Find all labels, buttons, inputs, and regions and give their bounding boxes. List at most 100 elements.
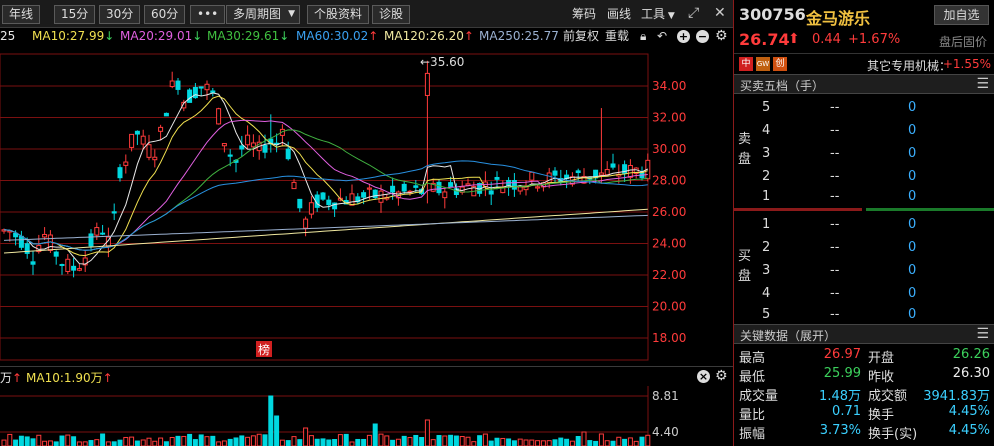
price: -- bbox=[830, 307, 840, 322]
down-arrow-icon: ↓ bbox=[279, 29, 290, 43]
high-label: 最高 bbox=[739, 351, 766, 366]
price: -- bbox=[830, 286, 840, 301]
keydata-header[interactable]: 关键数据（展开） ☰ bbox=[734, 324, 994, 344]
open-value: 26.26 bbox=[952, 347, 990, 362]
gear-icon[interactable]: ⚙ bbox=[715, 369, 728, 383]
volume-bar bbox=[384, 435, 390, 446]
undo-icon[interactable]: ↶ bbox=[657, 29, 667, 43]
volume-bar bbox=[604, 440, 610, 446]
adjust-mode-button[interactable]: 前复权 bbox=[563, 29, 599, 43]
orderbook-title: 买卖五档（手） bbox=[740, 79, 825, 93]
tools-label: 工具 bbox=[641, 7, 666, 21]
quantity: 0 bbox=[908, 217, 917, 232]
volume-bar bbox=[477, 435, 483, 446]
tools-link[interactable]: 工具 ▼ bbox=[641, 6, 675, 25]
volume-bar bbox=[372, 423, 378, 446]
gw-tag-icon[interactable]: GW bbox=[756, 57, 770, 71]
multi-period-dropdown[interactable]: 多周期图 ▼ bbox=[226, 5, 301, 24]
level: 2 bbox=[762, 169, 771, 184]
volume-chart[interactable]: 8.81 4.40 bbox=[0, 386, 733, 446]
candle-body bbox=[42, 233, 48, 238]
volume-bar bbox=[303, 427, 309, 446]
volume-bar bbox=[268, 395, 274, 446]
candle-body bbox=[175, 80, 181, 90]
candle-body bbox=[598, 172, 604, 176]
close-icon[interactable]: ✕ bbox=[714, 5, 726, 22]
volume-bar bbox=[7, 433, 13, 446]
low-value: 25.99 bbox=[823, 366, 861, 381]
buy-row[interactable]: 3 -- 0 bbox=[734, 259, 994, 282]
candle-body bbox=[146, 144, 152, 158]
volume-bar bbox=[129, 436, 135, 446]
volume-bar bbox=[221, 440, 227, 446]
candle-body bbox=[221, 143, 227, 147]
period-60m-button[interactable]: 60分 bbox=[144, 5, 186, 24]
level: 1 bbox=[762, 189, 771, 204]
volume-bar bbox=[378, 433, 384, 446]
candle-body bbox=[163, 112, 169, 117]
gear-icon[interactable]: ⚙ bbox=[715, 29, 728, 43]
add-watchlist-button[interactable]: 加自选 bbox=[934, 5, 989, 25]
volume-bar bbox=[18, 435, 24, 446]
volume-bar bbox=[587, 440, 593, 446]
diagnose-button[interactable]: 诊股 bbox=[372, 5, 411, 24]
volume-value: 1.48万 bbox=[819, 389, 861, 404]
volume-bar bbox=[233, 437, 239, 446]
volume-bar bbox=[523, 439, 529, 446]
lock-icon[interactable]: 🔒︎ bbox=[640, 29, 646, 43]
close-panel-icon[interactable]: × bbox=[697, 370, 710, 383]
volume-bar bbox=[535, 440, 541, 446]
period-annual-button[interactable]: 年线 bbox=[2, 5, 41, 24]
volume-ratio-label: 量比 bbox=[739, 408, 766, 423]
ma250-line bbox=[3, 214, 648, 241]
sell-row[interactable]: 3 -- 0 bbox=[734, 142, 994, 165]
ma120-text: MA120:26.20 bbox=[384, 29, 464, 43]
volume-bar bbox=[158, 437, 164, 446]
plus-icon[interactable]: + bbox=[677, 30, 690, 43]
price-chart[interactable]: 34.00 32.00 30.00 28.00 26.00 24.00 22.00 20.00… bbox=[0, 44, 733, 366]
period-30m-button[interactable]: 30分 bbox=[99, 5, 141, 24]
buy-row[interactable]: 1 -- 0 bbox=[734, 213, 994, 236]
volume-bar bbox=[349, 441, 355, 446]
industry-label[interactable]: 其它专用机械： bbox=[867, 57, 951, 74]
chips-link[interactable]: 筹码 bbox=[572, 6, 596, 23]
period-15m-button[interactable]: 15分 bbox=[54, 5, 96, 24]
buy-row[interactable]: 2 -- 0 bbox=[734, 236, 994, 259]
ma60-value: MA60:30.02↑ bbox=[296, 29, 378, 43]
volume-legend: 万↑ MA10:1.90万↑ × ⚙ bbox=[0, 366, 733, 386]
candle-body bbox=[320, 192, 326, 200]
rank-marker-icon[interactable]: 榜 bbox=[258, 342, 270, 357]
sell-row[interactable]: 1 -- 0 bbox=[734, 185, 994, 208]
candle-body bbox=[262, 144, 268, 153]
draw-line-link[interactable]: 画线 bbox=[607, 6, 631, 23]
more-periods-button[interactable]: ••• bbox=[190, 5, 226, 24]
menu-icon[interactable]: ☰ bbox=[976, 326, 989, 342]
orderbook-divider bbox=[734, 208, 994, 211]
sell-row[interactable]: 4 -- 0 bbox=[734, 119, 994, 142]
stock-profile-button[interactable]: 个股资料 bbox=[307, 5, 370, 24]
minus-icon[interactable]: − bbox=[696, 30, 709, 43]
level: 1 bbox=[762, 217, 771, 232]
buy-row[interactable]: 4 -- 0 bbox=[734, 282, 994, 305]
candle-body bbox=[401, 183, 407, 192]
y-tick-label: 32.00 bbox=[652, 111, 686, 125]
chart-toolbar: 年线 15分 30分 60分 ••• 多周期图 ▼ 个股资料 诊股 筹码 画线 … bbox=[0, 0, 733, 28]
quantity: 0 bbox=[908, 286, 917, 301]
buy-row[interactable]: 5 -- 0 bbox=[734, 303, 994, 326]
candle-body bbox=[76, 268, 82, 271]
sell-row[interactable]: 5 -- 0 bbox=[734, 96, 994, 119]
chinext-tag-icon[interactable]: 创 bbox=[773, 57, 787, 71]
after-hours-label: 盘后固价 bbox=[939, 35, 988, 49]
volume-bar bbox=[134, 440, 140, 446]
industry-change: +1.55% bbox=[942, 57, 991, 71]
volume-bar bbox=[245, 436, 251, 446]
redraw-button[interactable]: 重载 bbox=[605, 29, 629, 43]
volume-bar bbox=[314, 438, 320, 446]
volume-bar bbox=[529, 439, 535, 446]
ma120-value: MA120:26.20↑ bbox=[384, 29, 474, 43]
peak-annotation: ←35.60 bbox=[420, 55, 464, 69]
volume-bar bbox=[100, 433, 106, 446]
menu-icon[interactable]: ☰ bbox=[976, 76, 989, 92]
expand-icon[interactable]: ⤢ bbox=[688, 5, 699, 22]
volume-bar bbox=[511, 440, 517, 446]
